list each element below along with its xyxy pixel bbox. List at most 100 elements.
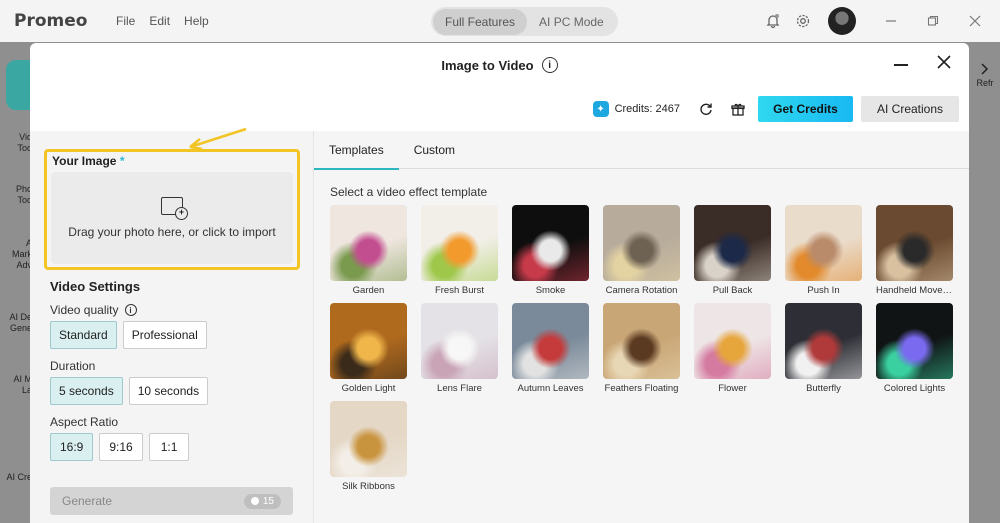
minimize-window-icon[interactable]	[874, 6, 908, 36]
your-image-label-text: Your Image	[52, 154, 117, 168]
rail-label: AI De Gene	[9, 312, 32, 333]
image-dropzone[interactable]: Drag your photo here, or click to import	[51, 172, 293, 264]
mode-full-features[interactable]: Full Features	[433, 8, 528, 35]
settings-panel: Your Image * Drag your photo here, or cl…	[30, 127, 313, 523]
template-card[interactable]: Golden Light	[330, 303, 407, 394]
duration-10s-option[interactable]: 10 seconds	[128, 377, 209, 405]
info-icon[interactable]: i	[541, 57, 558, 73]
mode-switch: Full Features AI PC Mode	[431, 7, 618, 36]
quality-professional-option[interactable]: Professional	[122, 321, 207, 349]
avatar[interactable]	[828, 7, 856, 35]
bell-icon[interactable]	[758, 6, 788, 36]
generate-label: Generate	[62, 494, 113, 508]
tab-templates[interactable]: Templates	[314, 131, 399, 170]
dialog-header: Image to Video i	[30, 43, 969, 87]
rail-item-ai-model[interactable]: AI M La	[0, 374, 32, 396]
refresh-icon[interactable]	[694, 97, 718, 121]
template-name: Flower	[718, 383, 747, 394]
template-card[interactable]: Butterfly	[785, 303, 862, 394]
tab-custom[interactable]: Custom	[399, 131, 470, 169]
template-name: Colored Lights	[883, 383, 946, 394]
template-name: Garden	[352, 285, 385, 296]
gear-icon[interactable]	[788, 6, 818, 36]
get-credits-button[interactable]: Get Credits	[758, 96, 853, 122]
app-menu: File Edit Help	[116, 14, 209, 28]
menu-help[interactable]: Help	[184, 14, 209, 28]
mode-ai-pc[interactable]: AI PC Mode	[527, 9, 616, 35]
menu-file[interactable]: File	[116, 14, 135, 28]
template-thumbnail	[603, 303, 680, 379]
info-icon[interactable]: i	[124, 304, 137, 316]
template-name: Camera Rotation	[605, 285, 678, 296]
aspect-9-16-option[interactable]: 9:16	[99, 433, 143, 461]
template-card[interactable]: Pull Back	[694, 205, 771, 296]
generate-cost-badge: 15	[243, 493, 281, 509]
template-card[interactable]: Garden	[330, 205, 407, 296]
template-name: Silk Ribbons	[342, 481, 395, 492]
template-name: Fresh Burst	[434, 285, 485, 296]
rail-label: AI Cre	[6, 472, 32, 482]
generate-cost: 15	[262, 495, 274, 507]
template-card[interactable]: Push In	[785, 205, 862, 296]
your-image-section: Your Image * Drag your photo here, or cl…	[44, 149, 300, 270]
duration-options: 5 seconds 10 seconds	[50, 377, 209, 405]
template-card[interactable]: Camera Rotation	[603, 205, 680, 296]
templates-heading: Select a video effect template	[330, 185, 488, 199]
gift-icon[interactable]	[726, 97, 750, 121]
rail-item-photo-tools[interactable]: Pho Too	[0, 184, 32, 206]
aspect-ratio-label: Aspect Ratio	[50, 415, 118, 429]
right-rail-refresh[interactable]: Refr	[974, 62, 996, 122]
close-dialog-button[interactable]	[933, 53, 955, 75]
template-thumbnail	[876, 205, 953, 281]
aspect-1-1-option[interactable]: 1:1	[148, 433, 190, 461]
quality-standard-option[interactable]: Standard	[50, 321, 117, 349]
template-card[interactable]: Feathers Floating	[603, 303, 680, 394]
window-controls	[874, 6, 992, 36]
template-card[interactable]: Silk Ribbons	[330, 401, 407, 492]
rail-label: A Mark Adv	[12, 238, 32, 270]
aspect-ratio-label-text: Aspect Ratio	[50, 415, 119, 429]
video-settings-title: Video Settings	[50, 279, 141, 294]
image-to-video-dialog: Image to Video i ✦ Credits: 2467 Get Cre…	[30, 43, 969, 523]
template-card[interactable]: Autumn Leaves	[512, 303, 589, 394]
template-thumbnail	[694, 303, 771, 379]
close-icon	[937, 55, 951, 69]
dialog-toolbar: ✦ Credits: 2467 Get Credits AI Creations	[30, 87, 969, 131]
template-thumbnail	[785, 303, 862, 379]
dropzone-text: Drag your photo here, or click to import	[68, 225, 276, 239]
rail-item-video-tools[interactable]: Vid Too	[0, 132, 32, 154]
template-name: Pull Back	[712, 285, 753, 296]
dialog-title: Image to Video	[441, 57, 534, 73]
app-titlebar: Promeo File Edit Help Full Features AI P…	[0, 0, 1000, 42]
template-card[interactable]: Colored Lights	[876, 303, 953, 394]
template-name: Butterfly	[806, 383, 841, 394]
ai-creations-button[interactable]: AI Creations	[861, 96, 959, 122]
close-window-icon[interactable]	[958, 6, 992, 36]
duration-5s-option[interactable]: 5 seconds	[50, 377, 123, 405]
minimize-dialog-button[interactable]	[891, 55, 911, 75]
your-image-label: Your Image *	[52, 154, 124, 168]
generate-button[interactable]: Generate 15	[50, 487, 293, 515]
menu-edit[interactable]: Edit	[149, 14, 170, 28]
credits-display: ✦ Credits: 2467	[592, 101, 680, 117]
rail-item-ai-marketing[interactable]: A Mark Adv	[0, 238, 32, 271]
rail-item-ai-design[interactable]: AI De Gene	[0, 312, 32, 334]
template-name: Push In	[807, 285, 840, 296]
video-quality-label-text: Video quality	[50, 303, 119, 317]
template-thumbnail	[330, 205, 407, 281]
right-rail-label: Refr	[976, 78, 994, 88]
rail-item-ai-creations[interactable]: AI Cre	[0, 472, 32, 483]
template-name: Autumn Leaves	[517, 383, 584, 394]
template-name: Lens Flare	[437, 383, 482, 394]
template-thumbnail	[421, 303, 498, 379]
template-card[interactable]: Handheld Movement	[876, 205, 953, 296]
dialog-body: Your Image * Drag your photo here, or cl…	[30, 127, 969, 523]
template-card[interactable]: Smoke	[512, 205, 589, 296]
aspect-16-9-option[interactable]: 16:9	[50, 433, 94, 461]
restore-window-icon[interactable]	[916, 6, 950, 36]
template-card[interactable]: Fresh Burst	[421, 205, 498, 296]
template-card[interactable]: Lens Flare	[421, 303, 498, 394]
template-thumbnail	[876, 303, 953, 379]
template-card[interactable]: Flower	[694, 303, 771, 394]
image-add-icon	[161, 197, 188, 220]
